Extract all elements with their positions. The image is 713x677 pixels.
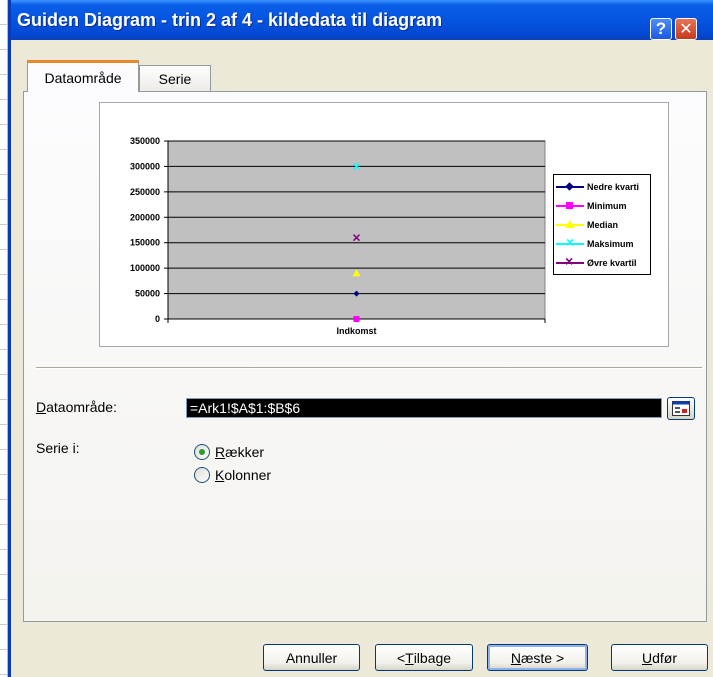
legend-label: Nedre kvarti: [587, 181, 640, 192]
chart-legend: Nedre kvarti Minimum Median Maksimum Øvr…: [553, 174, 651, 275]
separator: [36, 367, 702, 369]
tab-label: Serie: [158, 71, 192, 87]
radio-unselected-icon: [194, 467, 210, 483]
legend-item: Nedre kvarti: [556, 177, 648, 196]
triangle-marker-icon: [556, 219, 584, 230]
radio-rows-label: Rækker: [215, 444, 265, 460]
series-in-label: Serie i:: [36, 440, 80, 456]
tab-dataomraade[interactable]: Dataområde: [27, 60, 139, 92]
data-point: [353, 316, 360, 322]
spreadsheet-background: [0, 0, 8, 677]
legend-item: Minimum: [556, 196, 648, 215]
y-tick-label: 0: [155, 314, 160, 324]
finish-button[interactable]: Udfør: [611, 644, 708, 671]
close-button[interactable]: ✕: [675, 18, 697, 40]
title-bar[interactable]: Guiden Diagram - trin 2 af 4 - kildedata…: [11, 0, 713, 40]
legend-label: Maksimum: [587, 238, 634, 249]
radio-columns-label: Kolonner: [215, 467, 272, 483]
legend-item: Maksimum: [556, 234, 648, 253]
y-tick-label: 300000: [130, 161, 160, 171]
cancel-button[interactable]: Annuller: [263, 644, 360, 671]
y-tick-label: 200000: [130, 212, 160, 222]
y-tick-label: 50000: [135, 289, 160, 299]
legend-label: Øvre kvartil: [587, 257, 637, 268]
y-tick-label: 250000: [130, 187, 160, 197]
legend-item: Median: [556, 215, 648, 234]
y-tick-label: 150000: [130, 238, 160, 248]
window-title: Guiden Diagram - trin 2 af 4 - kildedata…: [17, 10, 443, 30]
diamond-marker-icon: [556, 182, 584, 192]
tab-label: Dataområde: [44, 69, 122, 86]
y-tick-label: 100000: [130, 263, 160, 273]
back-prefix: <: [396, 649, 406, 666]
help-icon: ?: [655, 19, 667, 38]
collapse-dialog-button[interactable]: [667, 397, 695, 420]
close-icon: ✕: [679, 21, 693, 38]
data-range-input[interactable]: [186, 398, 662, 418]
help-button[interactable]: ?: [650, 18, 672, 40]
tab-serie[interactable]: Serie: [139, 65, 211, 92]
star-marker-icon: [556, 253, 584, 269]
collapse-dialog-icon: [672, 401, 690, 416]
radio-selected-icon: [194, 444, 210, 460]
tab-panel: 350000 300000 250000 200000 150000 100000 5000…: [23, 91, 707, 622]
x-tick-label: Indkomst: [336, 326, 376, 336]
legend-item: Øvre kvartil: [556, 253, 648, 272]
square-marker-icon: [556, 201, 584, 211]
next-button[interactable]: Næste >: [487, 644, 588, 671]
legend-label: Median: [587, 219, 619, 230]
x-marker-icon: [556, 234, 584, 250]
chart-preview: 350000 300000 250000 200000 150000 100000 5000…: [99, 102, 669, 347]
chart-wizard-dialog: Guiden Diagram - trin 2 af 4 - kildedata…: [8, 0, 713, 677]
back-button[interactable]: < Tilbage: [375, 644, 473, 671]
y-tick-label: 350000: [130, 136, 160, 146]
range-label: Dataområde:: [36, 399, 117, 415]
radio-columns[interactable]: Kolonner: [194, 467, 271, 483]
legend-label: Minimum: [587, 200, 627, 211]
radio-rows[interactable]: Rækker: [194, 444, 264, 460]
